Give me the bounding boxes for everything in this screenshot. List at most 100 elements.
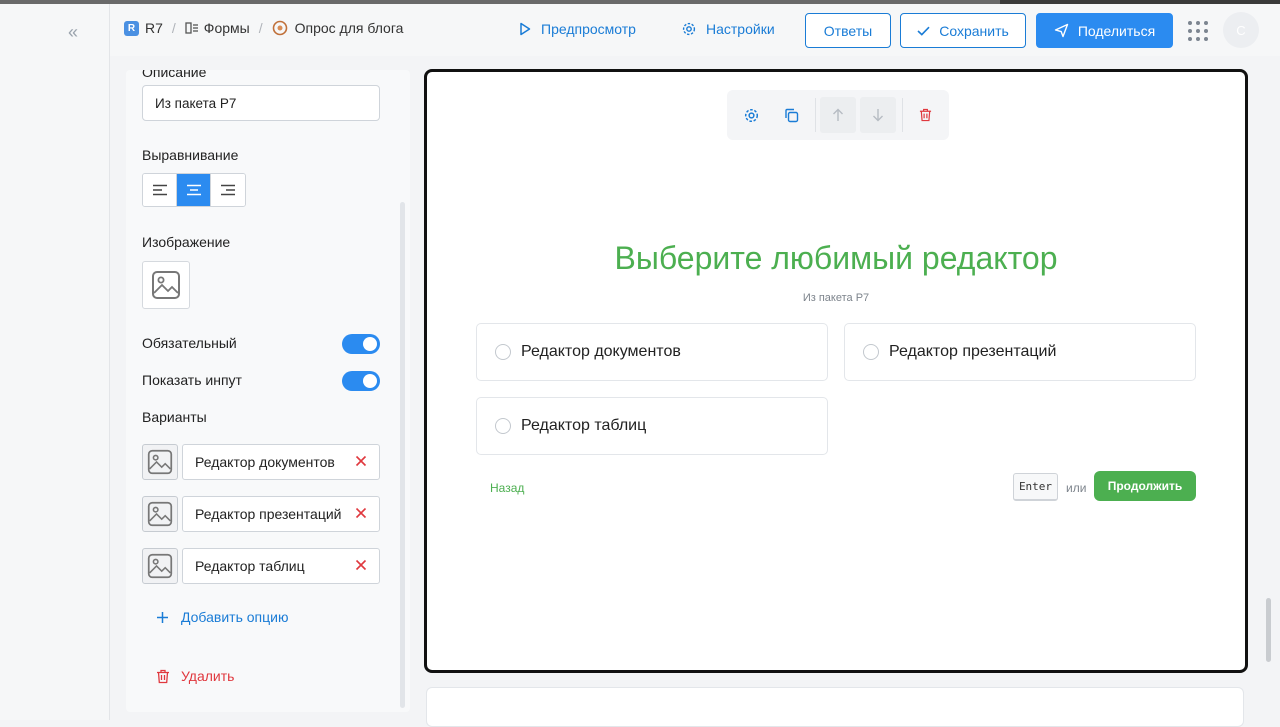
settings-label: Настройки <box>706 21 775 37</box>
save-label: Сохранить <box>939 22 1009 39</box>
trash-icon <box>157 669 169 683</box>
forms-icon <box>185 21 199 35</box>
continue-button[interactable]: Продолжить <box>1094 471 1196 501</box>
delete-button[interactable]: Удалить <box>156 668 234 684</box>
option-input-text: Редактор презентаций <box>195 506 342 522</box>
add-option-button[interactable]: Добавить опцию <box>156 609 288 625</box>
align-left-icon <box>152 184 167 196</box>
option-input[interactable]: Редактор документов <box>182 444 380 480</box>
required-label: Обязательный <box>142 335 237 351</box>
show-input-toggle[interactable] <box>342 371 380 391</box>
main-scrollbar[interactable] <box>1266 598 1271 662</box>
align-center-button[interactable] <box>177 174 211 206</box>
preview-label: Предпросмотр <box>541 21 636 37</box>
align-right-button[interactable] <box>211 174 245 206</box>
settings-button[interactable]: Настройки <box>682 21 775 37</box>
gear-icon <box>682 22 696 36</box>
alignment-group <box>142 173 246 207</box>
option-input-text: Редактор таблиц <box>195 558 305 574</box>
description-label: Описание <box>142 70 207 80</box>
breadcrumb-forms[interactable]: Формы <box>185 20 250 36</box>
toolbar-divider <box>902 98 903 132</box>
question-toolbar <box>727 90 949 140</box>
answers-label: Ответы <box>823 22 873 39</box>
image-upload[interactable] <box>142 261 190 309</box>
properties-panel: Описание Выравнивание Изображение Обязат… <box>126 70 410 712</box>
question-title: Выберите любимый редактор <box>614 240 1058 276</box>
panel-scrollbar[interactable] <box>400 202 405 708</box>
collapse-sidebar-icon[interactable]: « <box>68 22 78 43</box>
breadcrumb-root[interactable]: R R7 <box>124 20 163 36</box>
plus-icon <box>157 611 168 623</box>
alignment-label: Выравнивание <box>142 147 239 163</box>
move-up-button[interactable] <box>820 97 856 133</box>
close-icon[interactable] <box>355 559 367 571</box>
delete-label: Удалить <box>181 668 235 684</box>
options-label: Варианты <box>142 409 207 425</box>
option-image-button[interactable] <box>142 444 178 480</box>
radio-button[interactable] <box>863 344 879 360</box>
choice-label: Редактор презентаций <box>889 343 1057 360</box>
option-row: Редактор документов <box>142 444 380 480</box>
next-question-card[interactable] <box>426 687 1244 727</box>
option-input-text: Редактор документов <box>195 454 335 470</box>
breadcrumb: R R7 / Формы / Опрос для блога <box>124 20 403 36</box>
or-label: или <box>1066 481 1087 495</box>
delete-question-button[interactable] <box>907 97 943 133</box>
image-label: Изображение <box>142 234 231 250</box>
image-icon <box>147 501 173 527</box>
image-icon <box>147 449 173 475</box>
radio-button[interactable] <box>495 344 511 360</box>
share-label: Поделиться <box>1077 22 1156 39</box>
close-icon[interactable] <box>355 507 367 519</box>
question-description: Из пакета Р7 <box>802 292 870 304</box>
choice-option[interactable]: Редактор таблиц <box>476 397 828 455</box>
close-icon[interactable] <box>355 455 367 467</box>
answers-button[interactable]: Ответы <box>805 13 891 48</box>
preview-button[interactable]: Предпросмотр <box>519 21 636 37</box>
trash-icon <box>919 108 931 122</box>
top-header: R R7 / Формы / Опрос для блога Предпросм… <box>110 4 1280 56</box>
breadcrumb-root-label: R7 <box>145 20 163 36</box>
choice-option[interactable]: Редактор документов <box>476 323 828 381</box>
breadcrumb-current: Опрос для блога <box>272 20 404 36</box>
question-card: Выберите любимый редактор Из пакета Р7 Р… <box>424 69 1248 673</box>
copy-icon <box>784 108 798 122</box>
description-input[interactable] <box>142 85 380 121</box>
option-input[interactable]: Редактор презентаций <box>182 496 380 532</box>
breadcrumb-separator: / <box>171 20 176 36</box>
send-icon <box>1054 23 1069 38</box>
avatar[interactable]: С <box>1223 12 1259 48</box>
save-button[interactable]: Сохранить <box>900 13 1026 48</box>
option-image-button[interactable] <box>142 496 178 532</box>
show-input-label: Показать инпут <box>142 372 242 388</box>
breadcrumb-separator: / <box>258 20 263 36</box>
breadcrumb-current-label: Опрос для блога <box>294 20 404 36</box>
radio-button[interactable] <box>495 418 511 434</box>
share-button[interactable]: Поделиться <box>1036 13 1173 48</box>
apps-grid-icon[interactable] <box>1188 21 1208 41</box>
option-row: Редактор таблиц <box>142 548 380 584</box>
duplicate-button[interactable] <box>773 97 809 133</box>
move-down-button[interactable] <box>860 97 896 133</box>
align-center-icon <box>186 184 201 196</box>
choice-label: Редактор таблиц <box>521 417 647 434</box>
gear-icon <box>744 108 758 122</box>
left-sidebar: « <box>0 4 110 720</box>
breadcrumb-forms-label: Формы <box>203 20 250 36</box>
required-toggle[interactable] <box>342 334 380 354</box>
back-link[interactable]: Назад <box>490 481 524 495</box>
play-icon <box>520 22 531 36</box>
arrow-down-icon <box>873 109 883 122</box>
add-option-label: Добавить опцию <box>181 609 289 625</box>
question-settings-button[interactable] <box>733 97 769 133</box>
option-input[interactable]: Редактор таблиц <box>182 548 380 584</box>
image-icon <box>152 271 180 299</box>
align-left-button[interactable] <box>143 174 177 206</box>
choice-option[interactable]: Редактор презентаций <box>844 323 1196 381</box>
arrow-up-icon <box>833 108 843 121</box>
check-icon <box>917 26 930 36</box>
option-row: Редактор презентаций <box>142 496 380 532</box>
image-icon <box>147 553 173 579</box>
option-image-button[interactable] <box>142 548 178 584</box>
